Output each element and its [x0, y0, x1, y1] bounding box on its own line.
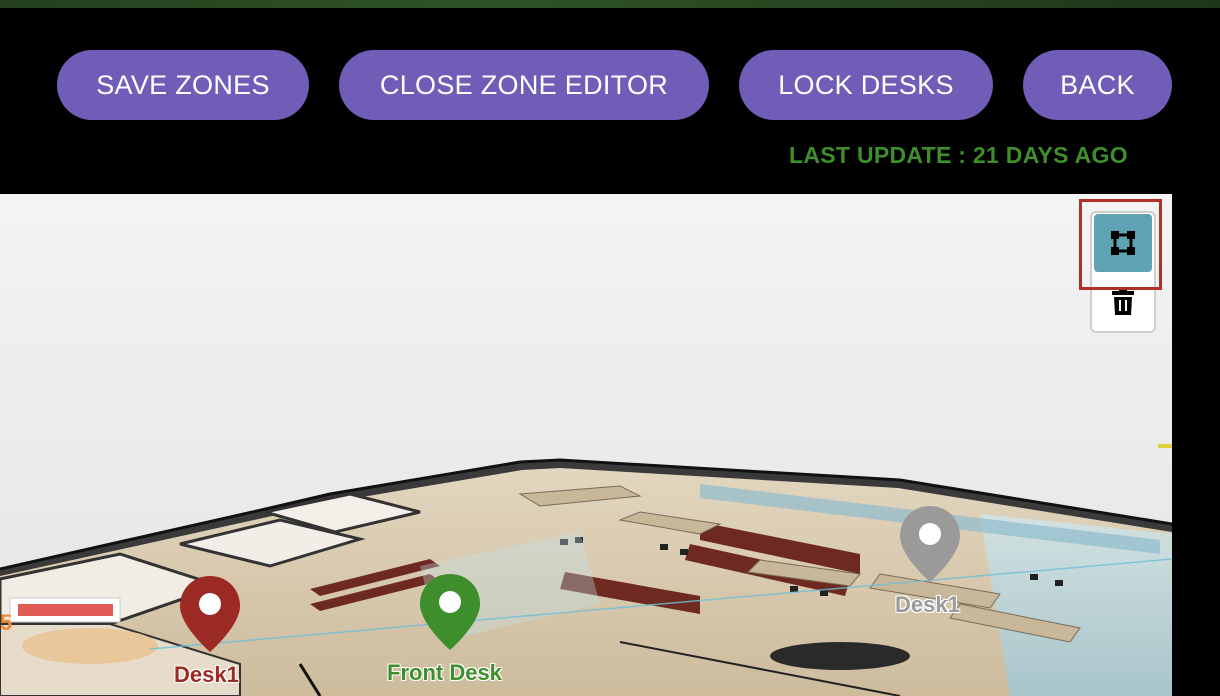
desk-pin-marker-gray[interactable]	[898, 504, 962, 584]
desk-pin-label: Desk1	[174, 662, 239, 687]
front-desk-pin-marker[interactable]	[418, 572, 482, 652]
back-button[interactable]: BACK	[1023, 50, 1172, 120]
trash-icon	[1112, 288, 1134, 315]
last-update-status: LAST UPDATE : 21 DAYS AGO	[789, 142, 1128, 168]
lock-desks-button[interactable]: LOCK DESKS	[739, 50, 993, 120]
top-strip	[0, 0, 1220, 8]
save-zones-button[interactable]: SAVE ZONES	[57, 50, 309, 120]
edge-marker	[1158, 444, 1172, 448]
desk-pin-marker[interactable]	[178, 574, 242, 654]
highlight-box	[1079, 199, 1162, 290]
front-desk-pin-label: Front Desk	[387, 660, 502, 685]
right-margin	[1172, 194, 1220, 696]
edge-label: 5	[0, 610, 13, 635]
desk-pin-label-gray: Desk1	[895, 592, 960, 617]
close-zone-editor-button[interactable]: CLOSE ZONE EDITOR	[339, 50, 709, 120]
floor-map[interactable]: Desk1 Front Desk Desk1	[0, 194, 1172, 696]
floor-plan-3d	[0, 458, 1172, 696]
